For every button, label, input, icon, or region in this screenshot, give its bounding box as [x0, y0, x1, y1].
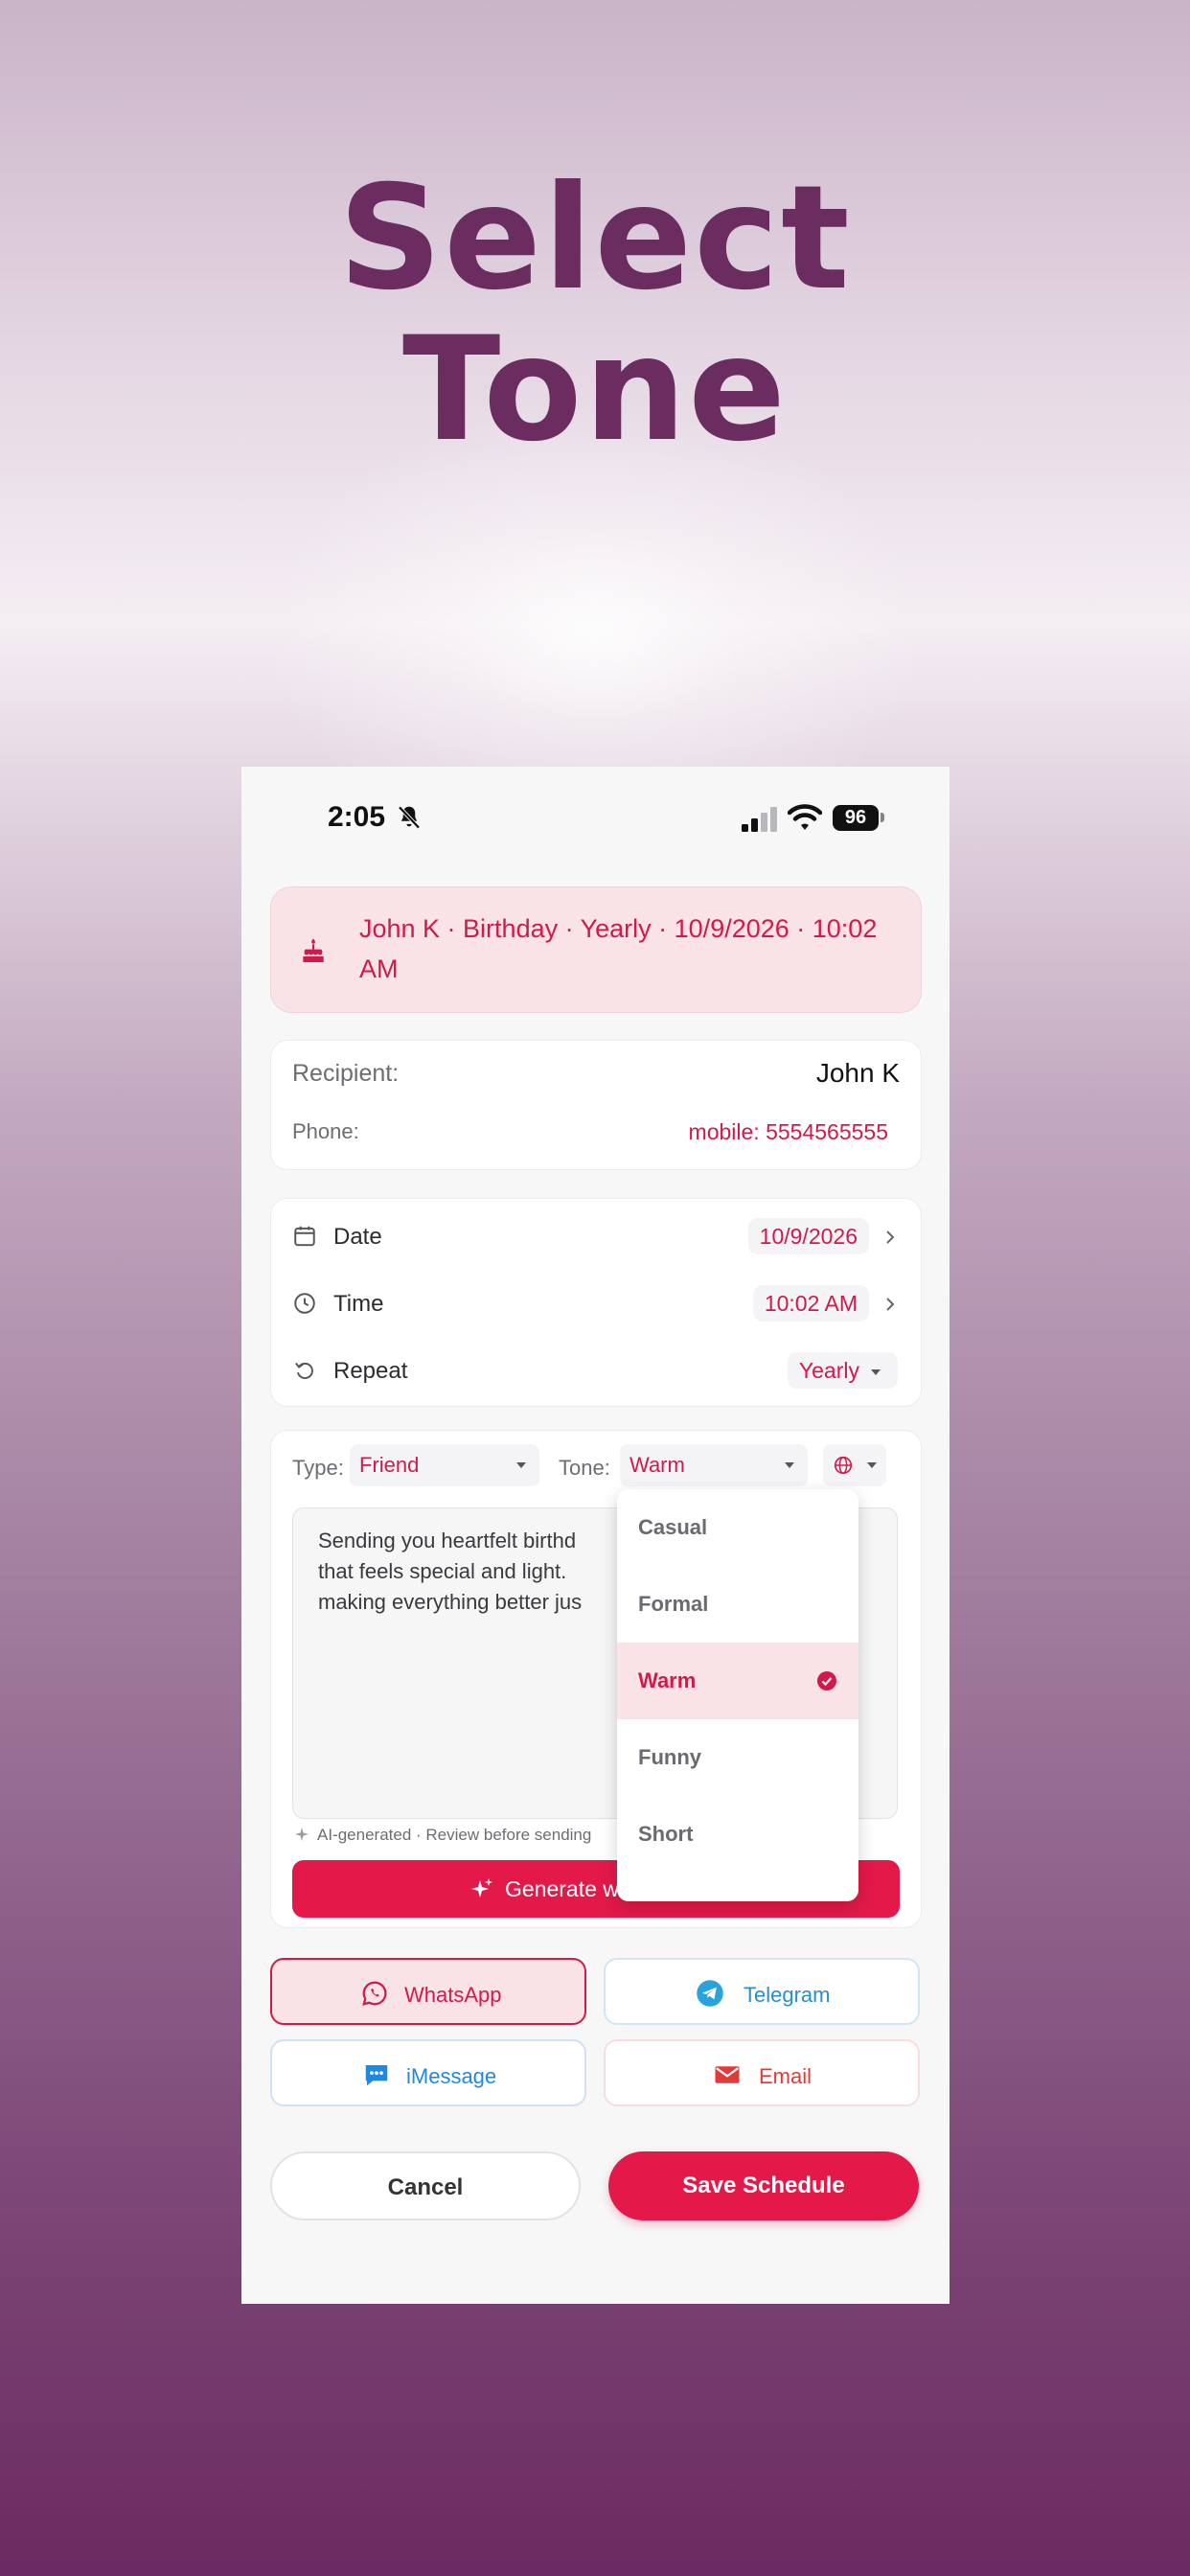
generate-button-label: Generate w: [505, 1876, 619, 1901]
whatsapp-label: WhatsApp: [404, 1983, 502, 2007]
tone-option-warm-label: Warm: [638, 1668, 697, 1692]
cellular-signal-icon: [742, 807, 777, 832]
imessage-label: iMessage: [406, 2064, 497, 2088]
sparkle-icon: [295, 1828, 309, 1841]
phone-label: Phone:: [292, 1119, 359, 1143]
chevron-right-icon: [886, 1230, 895, 1244]
recipient-name: John K: [815, 1058, 900, 1088]
tone-option-short[interactable]: Short: [617, 1796, 858, 1873]
tone-label: Tone:: [559, 1456, 610, 1480]
caret-down-icon: [867, 1462, 877, 1468]
ai-generated-note: AI-generated · Review before sending: [317, 1826, 592, 1844]
cancel-button[interactable]: Cancel: [270, 2151, 581, 2220]
caret-down-icon: [785, 1462, 794, 1468]
summary-text: John K · Birthday · Yearly · 10/9/2026 ·…: [359, 914, 878, 983]
email-button[interactable]: Email: [604, 2039, 920, 2106]
bell-muted-icon: [398, 806, 421, 829]
email-icon: [715, 2066, 740, 2083]
battery-tip: [881, 813, 884, 822]
type-select[interactable]: Friend: [350, 1444, 539, 1486]
hero-title-line2: Tone: [402, 307, 788, 473]
schedule-summary-banner: John K · Birthday · Yearly · 10/9/2026 ·…: [270, 886, 922, 1013]
tone-select[interactable]: Warm: [620, 1444, 808, 1486]
telegram-icon: [697, 1980, 723, 2007]
recipient-card: Recipient: John K Phone: mobile: 5554565…: [270, 1040, 922, 1170]
tone-option-casual[interactable]: Casual: [617, 1489, 858, 1566]
type-label: Type:: [292, 1456, 344, 1480]
email-label: Email: [759, 2064, 812, 2088]
whatsapp-icon: [362, 1981, 387, 2006]
wifi-icon: [788, 804, 822, 830]
status-bar: 2:05 96: [241, 767, 950, 872]
caret-down-icon: [871, 1369, 881, 1375]
calendar-icon: [294, 1226, 315, 1247]
schedule-card: Date 10/9/2026 Time 10:02 AM Repeat Year: [270, 1198, 922, 1407]
date-label: Date: [333, 1224, 382, 1250]
caret-down-icon: [516, 1462, 526, 1468]
time-value[interactable]: 10:02 AM: [752, 1285, 869, 1322]
tone-dropdown-menu: Casual Formal Warm Funny Short: [617, 1489, 858, 1901]
recipient-label: Recipient:: [292, 1060, 400, 1087]
chevron-right-icon: [886, 1298, 895, 1311]
hero-title-line1: Select: [338, 155, 852, 322]
tone-select-value: Warm: [629, 1453, 685, 1477]
type-select-value: Friend: [359, 1453, 420, 1477]
telegram-button[interactable]: Telegram: [604, 1958, 920, 2025]
tone-option-formal[interactable]: Formal: [617, 1566, 858, 1643]
check-circle-icon: [817, 1671, 836, 1690]
save-schedule-button[interactable]: Save Schedule: [608, 2151, 919, 2220]
repeat-label: Repeat: [333, 1358, 408, 1384]
telegram-label: Telegram: [744, 1983, 831, 2007]
globe-icon: [834, 1456, 853, 1475]
phone-value[interactable]: mobile: 5554565555: [689, 1119, 888, 1145]
phone-screen: 2:05 96 John K · Birthday · Yearly · 10/…: [241, 767, 950, 2304]
time-label: Time: [333, 1291, 384, 1317]
repeat-value[interactable]: Yearly: [787, 1352, 898, 1389]
language-select[interactable]: [823, 1444, 886, 1486]
date-value[interactable]: 10/9/2026: [747, 1218, 869, 1254]
cake-icon: [303, 938, 324, 962]
clock-icon: [294, 1293, 315, 1314]
whatsapp-button[interactable]: WhatsApp: [270, 1958, 586, 2025]
tone-option-funny[interactable]: Funny: [617, 1719, 858, 1796]
repeat-icon: [295, 1362, 313, 1379]
status-time: 2:05: [328, 801, 386, 833]
message-bubble-icon: [365, 2065, 388, 2086]
battery-indicator: 96: [833, 805, 879, 831]
sparkles-icon: [471, 1878, 492, 1898]
tone-option-warm[interactable]: Warm: [617, 1643, 858, 1719]
hero-title: Select Tone: [0, 163, 1190, 466]
imessage-button[interactable]: iMessage: [270, 2039, 586, 2106]
